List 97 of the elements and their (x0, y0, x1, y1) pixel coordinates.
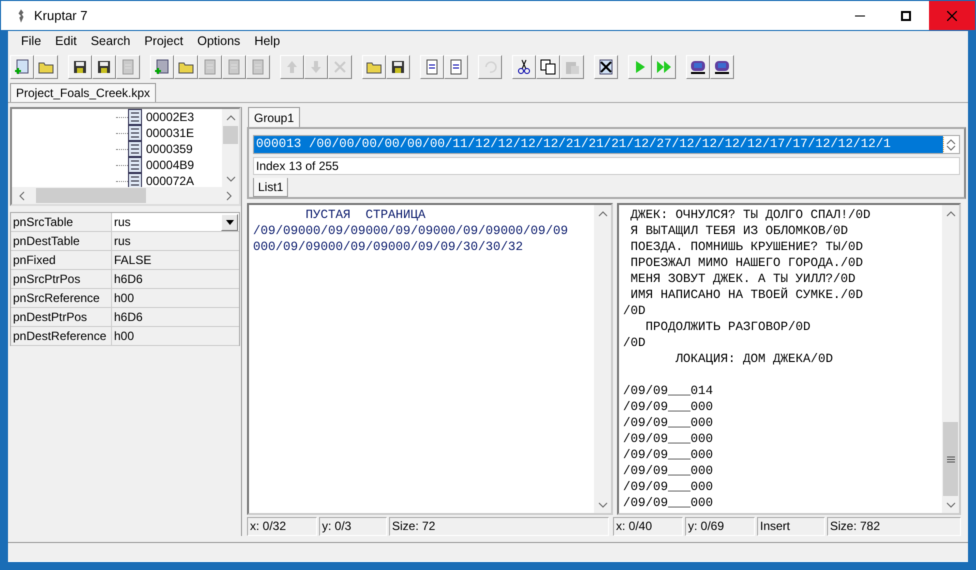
toolbar-button[interactable] (34, 55, 58, 79)
down-arrow-icon (308, 59, 324, 75)
down-chevron-icon (598, 502, 608, 508)
status-field: y: 0/3 (319, 517, 387, 536)
property-name: pnDestPtrPos (11, 308, 112, 326)
menu-item[interactable]: Search (84, 34, 138, 48)
close-button[interactable] (929, 1, 975, 30)
data-file-icon (128, 173, 142, 187)
page-icon (448, 59, 464, 75)
toolbar-button[interactable] (536, 55, 560, 79)
tree-item[interactable]: 00002E3 (146, 110, 194, 124)
data-file-icon (128, 141, 142, 157)
horizontal-scrollbar[interactable] (12, 187, 239, 204)
toolbar-button[interactable] (710, 55, 734, 79)
maximize-icon (901, 10, 911, 20)
status-field: x: 0/40 (613, 517, 683, 536)
tree-item[interactable]: 00004B9 (146, 158, 194, 172)
close-icon (947, 10, 957, 20)
delete-icon (332, 59, 348, 75)
clear-icon (598, 59, 614, 75)
up-chevron-icon (946, 138, 956, 144)
toolbar-button[interactable] (92, 55, 116, 79)
menu-item[interactable]: Help (247, 34, 288, 48)
pointer-list[interactable]: 000013 /00/00/00/00/00/00/11/12/12/12/12/21/21/21/12/27/12/12/12/12/17/17/12/12/12/1 (253, 135, 960, 154)
gamepad-icon (690, 59, 706, 75)
property-value: h6D6 (113, 271, 144, 288)
property-value: rus (113, 233, 132, 250)
list-tab[interactable]: List1 (253, 178, 288, 197)
page-icon (250, 59, 266, 75)
property-value: FALSE (113, 252, 152, 269)
vertical-scrollbar[interactable] (942, 205, 959, 513)
scrollbar-thumb[interactable] (223, 126, 238, 144)
copy-icon (540, 59, 556, 75)
status-field: Size: 72 (389, 517, 609, 536)
toolbar-button[interactable] (594, 55, 618, 79)
new-file-icon (14, 59, 30, 75)
up-chevron-icon (946, 211, 956, 217)
app-icon (16, 6, 26, 24)
data-file-icon (128, 157, 142, 173)
toolbar-button[interactable] (386, 55, 410, 79)
toolbar-button[interactable] (420, 55, 444, 79)
property-value: h00 (113, 328, 136, 345)
scissors-icon (516, 59, 532, 75)
tree-item[interactable]: 000031E (146, 126, 194, 140)
menu-item[interactable]: Edit (48, 34, 84, 48)
menu-item[interactable]: Project (137, 34, 190, 48)
toolbar-button[interactable] (174, 55, 198, 79)
toolbar-button[interactable] (10, 55, 34, 79)
data-file-icon (128, 125, 142, 141)
gamepad-icon (714, 59, 730, 75)
toolbar-button[interactable] (362, 55, 386, 79)
scrollbar-thumb[interactable] (943, 422, 958, 496)
property-name: pnSrcPtrPos (11, 270, 112, 288)
vertical-scrollbar[interactable] (222, 109, 239, 187)
right-chevron-icon (226, 190, 232, 200)
page-icon (424, 59, 440, 75)
status-field: Insert (757, 517, 825, 536)
property-name: pnSrcReference (11, 289, 112, 307)
page-icon (202, 59, 218, 75)
page-icon (120, 59, 136, 75)
property-value: h00 (113, 290, 136, 307)
window-title: Kruptar 7 (34, 8, 88, 23)
vertical-scrollbar[interactable] (594, 205, 611, 513)
up-arrow-icon (284, 59, 300, 75)
dropdown-caret-icon (226, 220, 234, 224)
property-name: pnDestTable (11, 232, 112, 250)
property-value: h6D6 (113, 309, 144, 326)
toolbar-button[interactable] (444, 55, 468, 79)
fast-forward-icon (656, 59, 672, 75)
toolbar-button[interactable] (150, 55, 174, 79)
property-dropdown[interactable]: rus (112, 213, 239, 231)
grip-icon (946, 456, 954, 462)
toolbar-button[interactable] (512, 55, 536, 79)
tree-item[interactable]: 000072A (146, 174, 194, 187)
page-icon (226, 59, 242, 75)
project-tab[interactable]: Project_Foals_Creek.kpx (10, 83, 156, 102)
toolbar-button[interactable] (686, 55, 710, 79)
clipboard-icon (564, 59, 580, 75)
menu-item[interactable]: Options (190, 34, 248, 48)
status-field: Size: 782 (827, 517, 961, 536)
index-label: Index 13 of 255 (253, 157, 960, 175)
status-field: y: 0/69 (685, 517, 755, 536)
property-name: pnDestReference (11, 327, 112, 345)
status-field: x: 0/32 (247, 517, 317, 536)
data-file-icon (128, 109, 142, 125)
group-tab[interactable]: Group1 (248, 107, 300, 127)
scrollbar-thumb[interactable] (36, 188, 146, 203)
property-name: pnFixed (11, 251, 112, 269)
down-chevron-icon (946, 502, 956, 508)
down-chevron-icon (226, 176, 236, 182)
menu-item[interactable]: File (14, 34, 48, 48)
down-chevron-icon (946, 144, 956, 150)
tree-item[interactable]: 0000359 (146, 142, 193, 156)
up-chevron-icon (598, 211, 608, 217)
up-chevron-icon (226, 115, 236, 121)
toolbar-button[interactable] (68, 55, 92, 79)
left-chevron-icon (19, 190, 25, 200)
